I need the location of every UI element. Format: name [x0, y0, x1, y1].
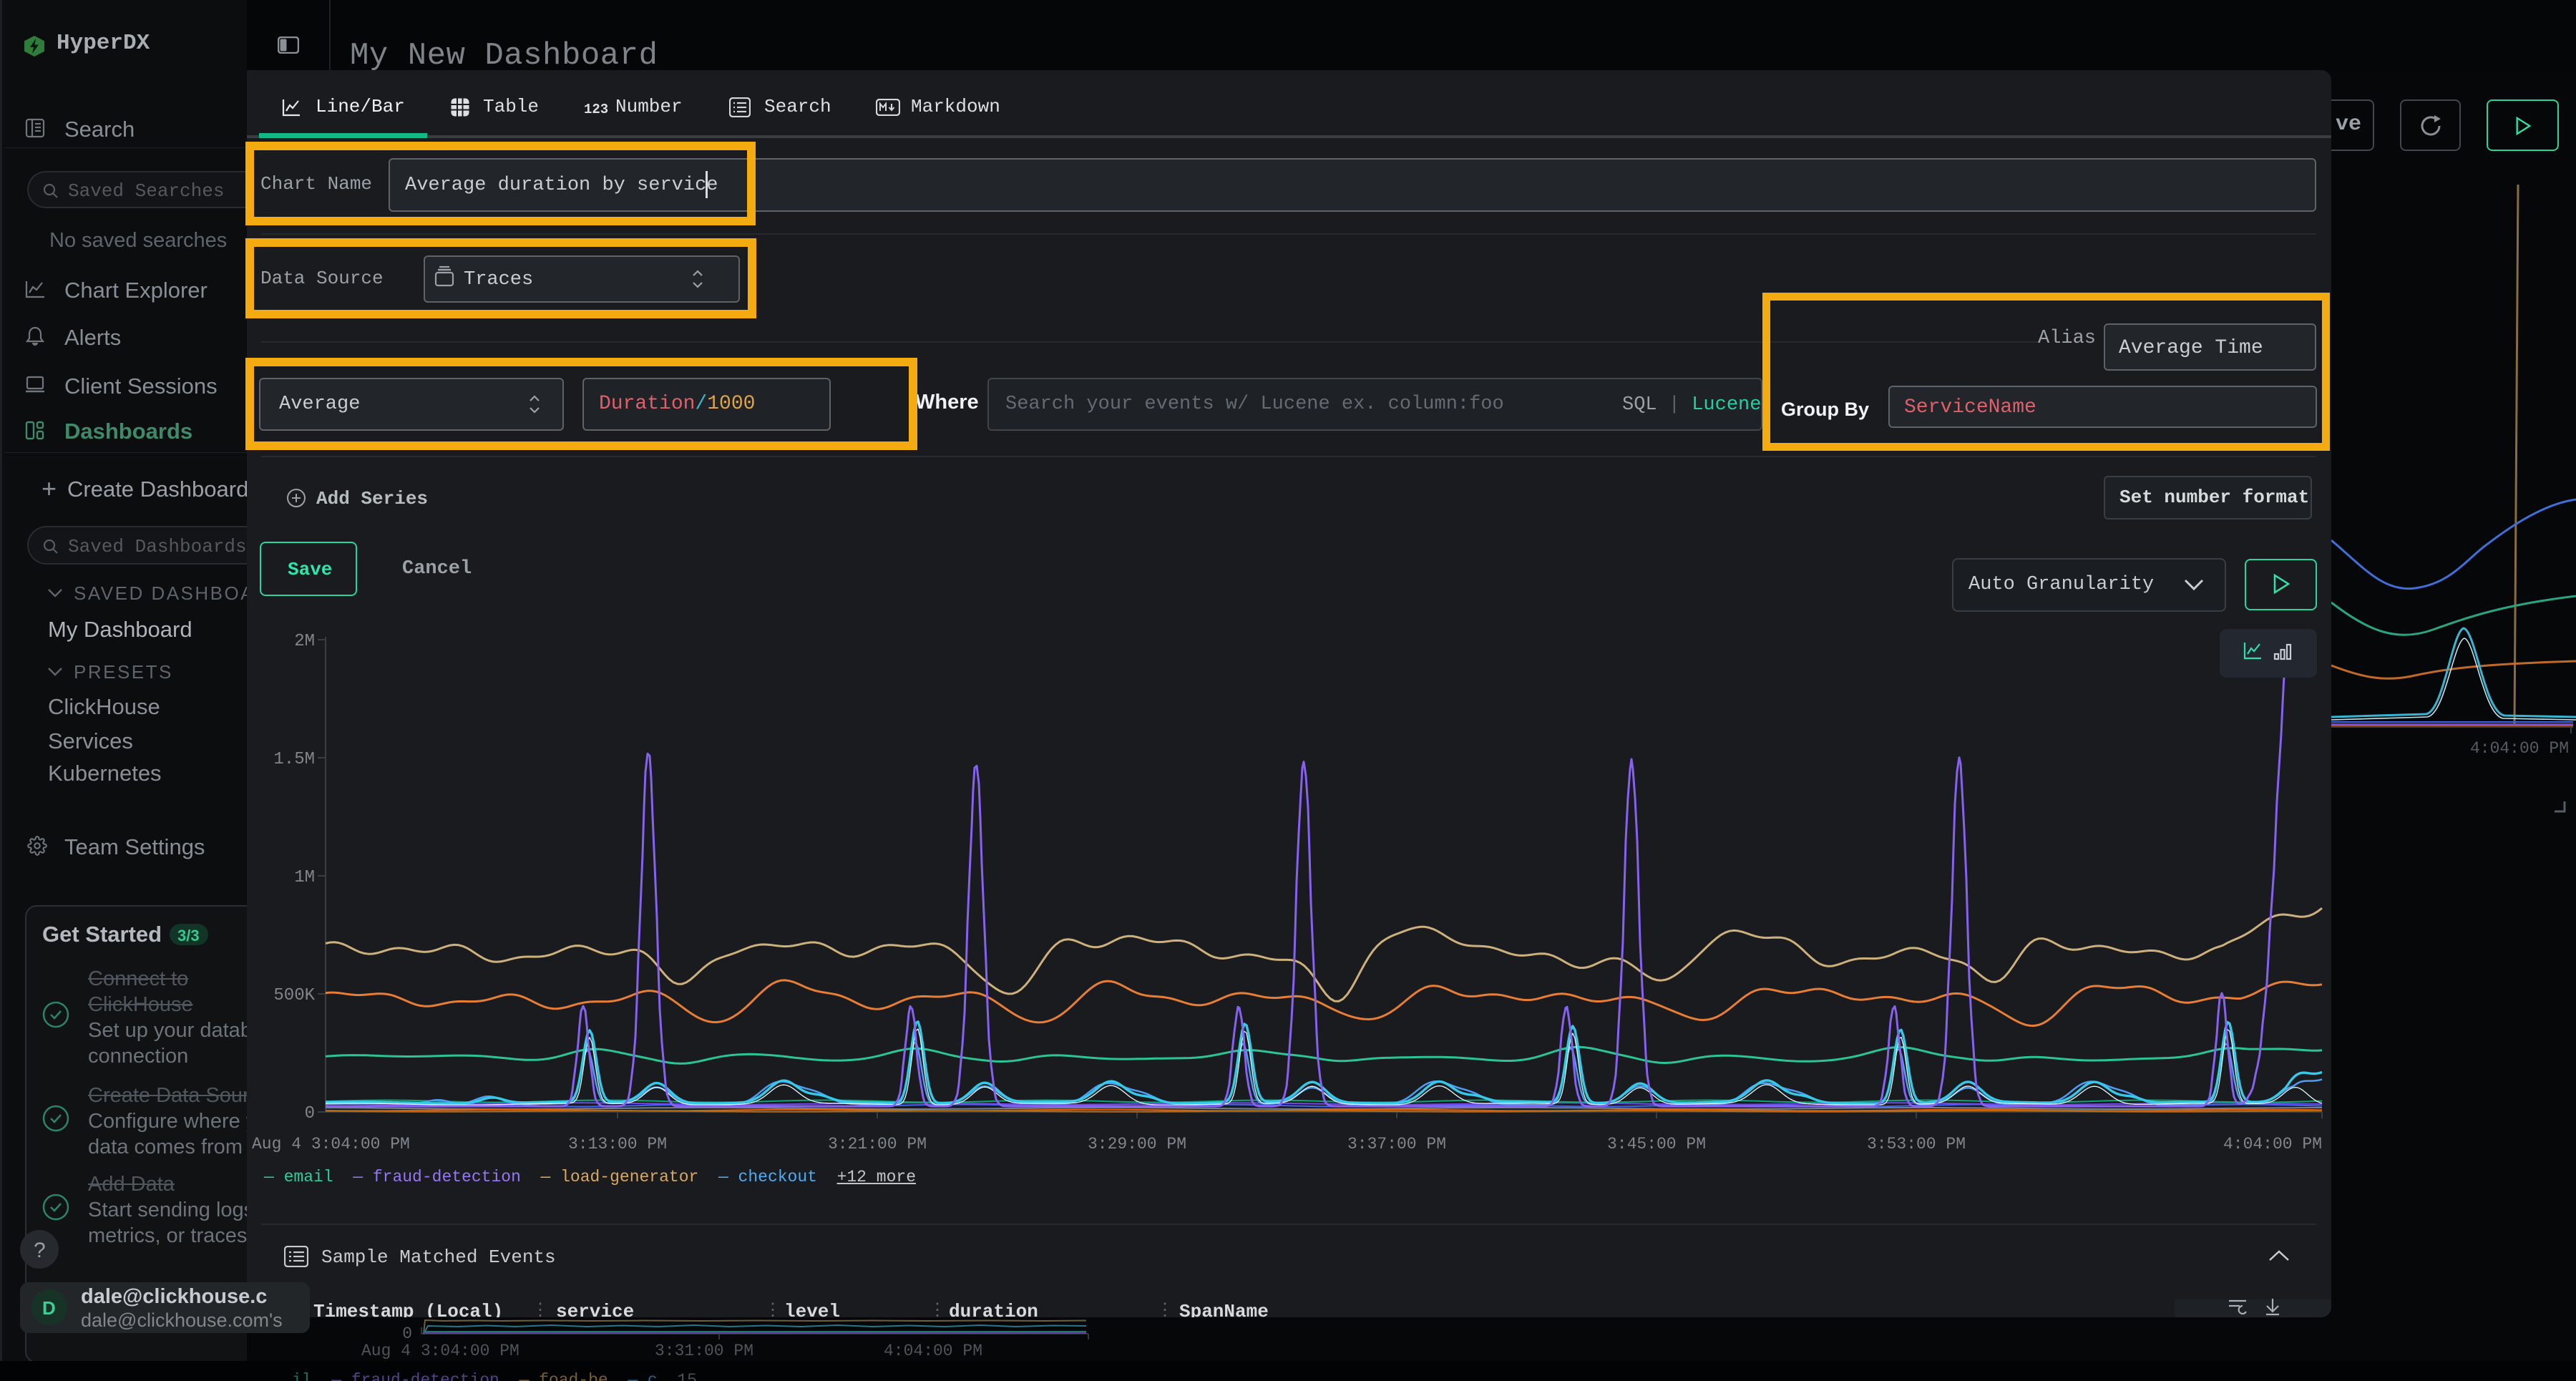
svg-text:0: 0 [402, 1324, 412, 1343]
svg-text:Aug 4 3:04:00 PM: Aug 4 3:04:00 PM [361, 1342, 519, 1360]
svg-text:3:37:00 PM: 3:37:00 PM [1347, 1135, 1446, 1153]
svg-text:4:04:00 PM: 4:04:00 PM [884, 1342, 982, 1360]
svg-text:3:45:00 PM: 3:45:00 PM [1607, 1135, 1706, 1153]
svg-text:500K: 500K [273, 986, 315, 1005]
svg-text:3:29:00 PM: 3:29:00 PM [1088, 1135, 1186, 1153]
svg-text:0: 0 [305, 1104, 315, 1123]
svg-text:Aug 4 3:04:00 PM: Aug 4 3:04:00 PM [252, 1135, 410, 1153]
svg-text:1.5M: 1.5M [273, 750, 315, 769]
svg-text:3:31:00 PM: 3:31:00 PM [655, 1342, 753, 1360]
svg-text:4:04:00 PM: 4:04:00 PM [2470, 739, 2569, 758]
svg-text:1M: 1M [294, 868, 315, 887]
svg-text:3:53:00 PM: 3:53:00 PM [1867, 1135, 1966, 1153]
svg-text:3:13:00 PM: 3:13:00 PM [568, 1135, 667, 1153]
svg-text:2M: 2M [294, 632, 315, 651]
svg-text:4:04:00 PM: 4:04:00 PM [2223, 1135, 2322, 1153]
svg-text:3:21:00 PM: 3:21:00 PM [828, 1135, 927, 1153]
